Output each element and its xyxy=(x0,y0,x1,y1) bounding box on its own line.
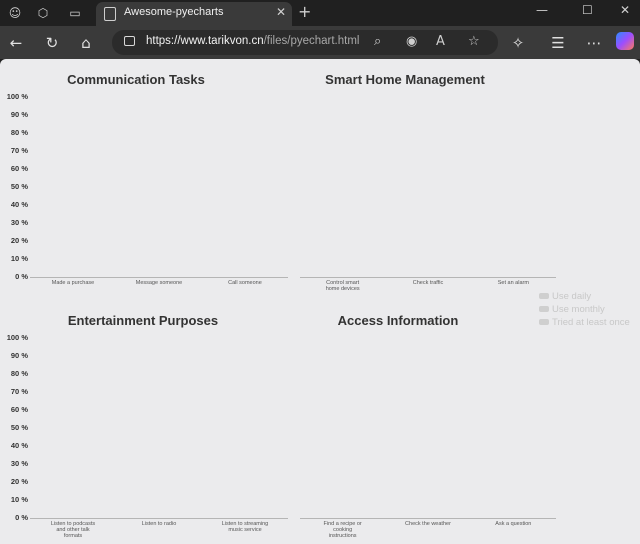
workspaces-icon[interactable]: ⬡ xyxy=(34,4,52,22)
chart-title: Communication Tasks xyxy=(67,72,205,87)
y-tick-label: 100 % xyxy=(6,333,28,342)
y-tick-label: 40 % xyxy=(10,441,28,450)
legend-swatch xyxy=(539,306,549,313)
more-menu-icon[interactable]: ⋯ xyxy=(584,33,604,53)
y-tick-label: 90 % xyxy=(10,110,28,119)
page-favicon-icon xyxy=(104,7,116,21)
x-tick-label: Listen to streaming music service xyxy=(221,521,269,533)
page-content: Use daily Use monthly Tried at least onc… xyxy=(0,59,640,544)
y-tick-label: 60 % xyxy=(10,164,28,173)
y-tick-label: 0 % xyxy=(15,272,28,281)
favorites-icon[interactable]: ☰ xyxy=(548,33,568,53)
minimize-icon[interactable]: — xyxy=(536,3,548,17)
y-tick-label: 50 % xyxy=(10,182,28,191)
legend-swatch xyxy=(539,319,549,326)
y-tick-label: 10 % xyxy=(10,254,28,263)
x-tick-label: Made a purchase xyxy=(51,280,95,286)
profile-avatar-icon[interactable]: ☺ xyxy=(6,4,24,22)
x-tick-label: Check the weather xyxy=(405,521,451,527)
url-text[interactable]: https://www.tarikvon.cn/files/pyechart.h… xyxy=(146,35,359,47)
close-tab-icon[interactable]: ✕ xyxy=(276,5,286,19)
x-tick-label: Call someone xyxy=(228,280,262,286)
url-host: https://www.tarikvon.cn xyxy=(146,35,264,47)
legend-swatch xyxy=(539,293,549,300)
address-bar[interactable]: https://www.tarikvon.cn/files/pyechart.h… xyxy=(112,30,498,55)
tab-strip: ☺ ⬡ ▭ Awesome-pyecharts ✕ + — ☐ ✕ xyxy=(0,0,640,26)
browser-essentials-icon[interactable]: ◉ xyxy=(406,34,417,49)
x-tick-label: Find a recipe or cooking instructions xyxy=(323,521,362,539)
y-tick-label: 40 % xyxy=(10,200,28,209)
y-tick-label: 70 % xyxy=(10,146,28,155)
y-tick-label: 100 % xyxy=(6,92,28,101)
x-tick-label: Listen to podcasts and other talk format… xyxy=(50,521,96,539)
tab-actions-icon[interactable]: ▭ xyxy=(66,4,84,22)
x-tick-label: Listen to radio xyxy=(141,521,177,527)
y-tick-label: 80 % xyxy=(10,369,28,378)
chart-title: Smart Home Management xyxy=(325,72,485,87)
y-tick-label: 80 % xyxy=(10,128,28,137)
x-tick-label: Set an alarm xyxy=(497,280,529,286)
refresh-icon[interactable]: ↻ xyxy=(42,33,62,53)
x-axis-line xyxy=(30,518,288,519)
back-icon[interactable]: ← xyxy=(6,33,26,53)
legend-item[interactable]: Use monthly xyxy=(539,304,605,315)
x-tick-label: Check traffic xyxy=(412,280,444,286)
y-tick-label: 20 % xyxy=(10,236,28,245)
close-window-icon[interactable]: ✕ xyxy=(620,3,630,17)
tab-title: Awesome-pyecharts xyxy=(124,6,224,18)
legend-item[interactable]: Use daily xyxy=(539,291,591,302)
zoom-icon[interactable]: ⌕ xyxy=(374,34,381,49)
x-tick-label: Ask a question xyxy=(495,521,532,527)
y-tick-label: 0 % xyxy=(15,513,28,522)
legend-item[interactable]: Tried at least once xyxy=(539,317,630,328)
x-axis-line xyxy=(300,277,556,278)
legend-label: Tried at least once xyxy=(552,317,630,328)
url-path: /files/pyechart.html xyxy=(263,35,360,47)
maximize-icon[interactable]: ☐ xyxy=(582,3,593,17)
favorite-star-icon[interactable]: ☆ xyxy=(468,34,480,49)
y-tick-label: 30 % xyxy=(10,218,28,227)
x-tick-label: Message someone xyxy=(135,280,183,286)
home-icon[interactable]: ⌂ xyxy=(76,33,96,53)
extensions-icon[interactable]: ✧ xyxy=(508,33,528,53)
y-tick-label: 60 % xyxy=(10,405,28,414)
copilot-icon[interactable] xyxy=(616,32,634,50)
lock-icon[interactable] xyxy=(124,36,135,46)
x-axis-line xyxy=(30,277,288,278)
new-tab-icon[interactable]: + xyxy=(298,2,311,21)
x-axis-line xyxy=(300,518,556,519)
y-tick-label: 10 % xyxy=(10,495,28,504)
y-tick-label: 70 % xyxy=(10,387,28,396)
y-tick-label: 30 % xyxy=(10,459,28,468)
chart-title: Access Information xyxy=(337,313,459,328)
chart-title: Entertainment Purposes xyxy=(67,313,219,328)
x-tick-label: Control smart home devices xyxy=(325,280,360,292)
read-aloud-icon[interactable]: A xyxy=(436,34,445,49)
legend-label: Use daily xyxy=(552,291,592,302)
navigation-bar: ← ↻ ⌂ https://www.tarikvon.cn/files/pyec… xyxy=(0,26,640,59)
y-tick-label: 20 % xyxy=(10,477,28,486)
y-tick-label: 50 % xyxy=(10,423,28,432)
legend-label: Use monthly xyxy=(552,304,605,315)
y-tick-label: 90 % xyxy=(10,351,28,360)
browser-tab[interactable]: Awesome-pyecharts ✕ xyxy=(96,2,292,26)
